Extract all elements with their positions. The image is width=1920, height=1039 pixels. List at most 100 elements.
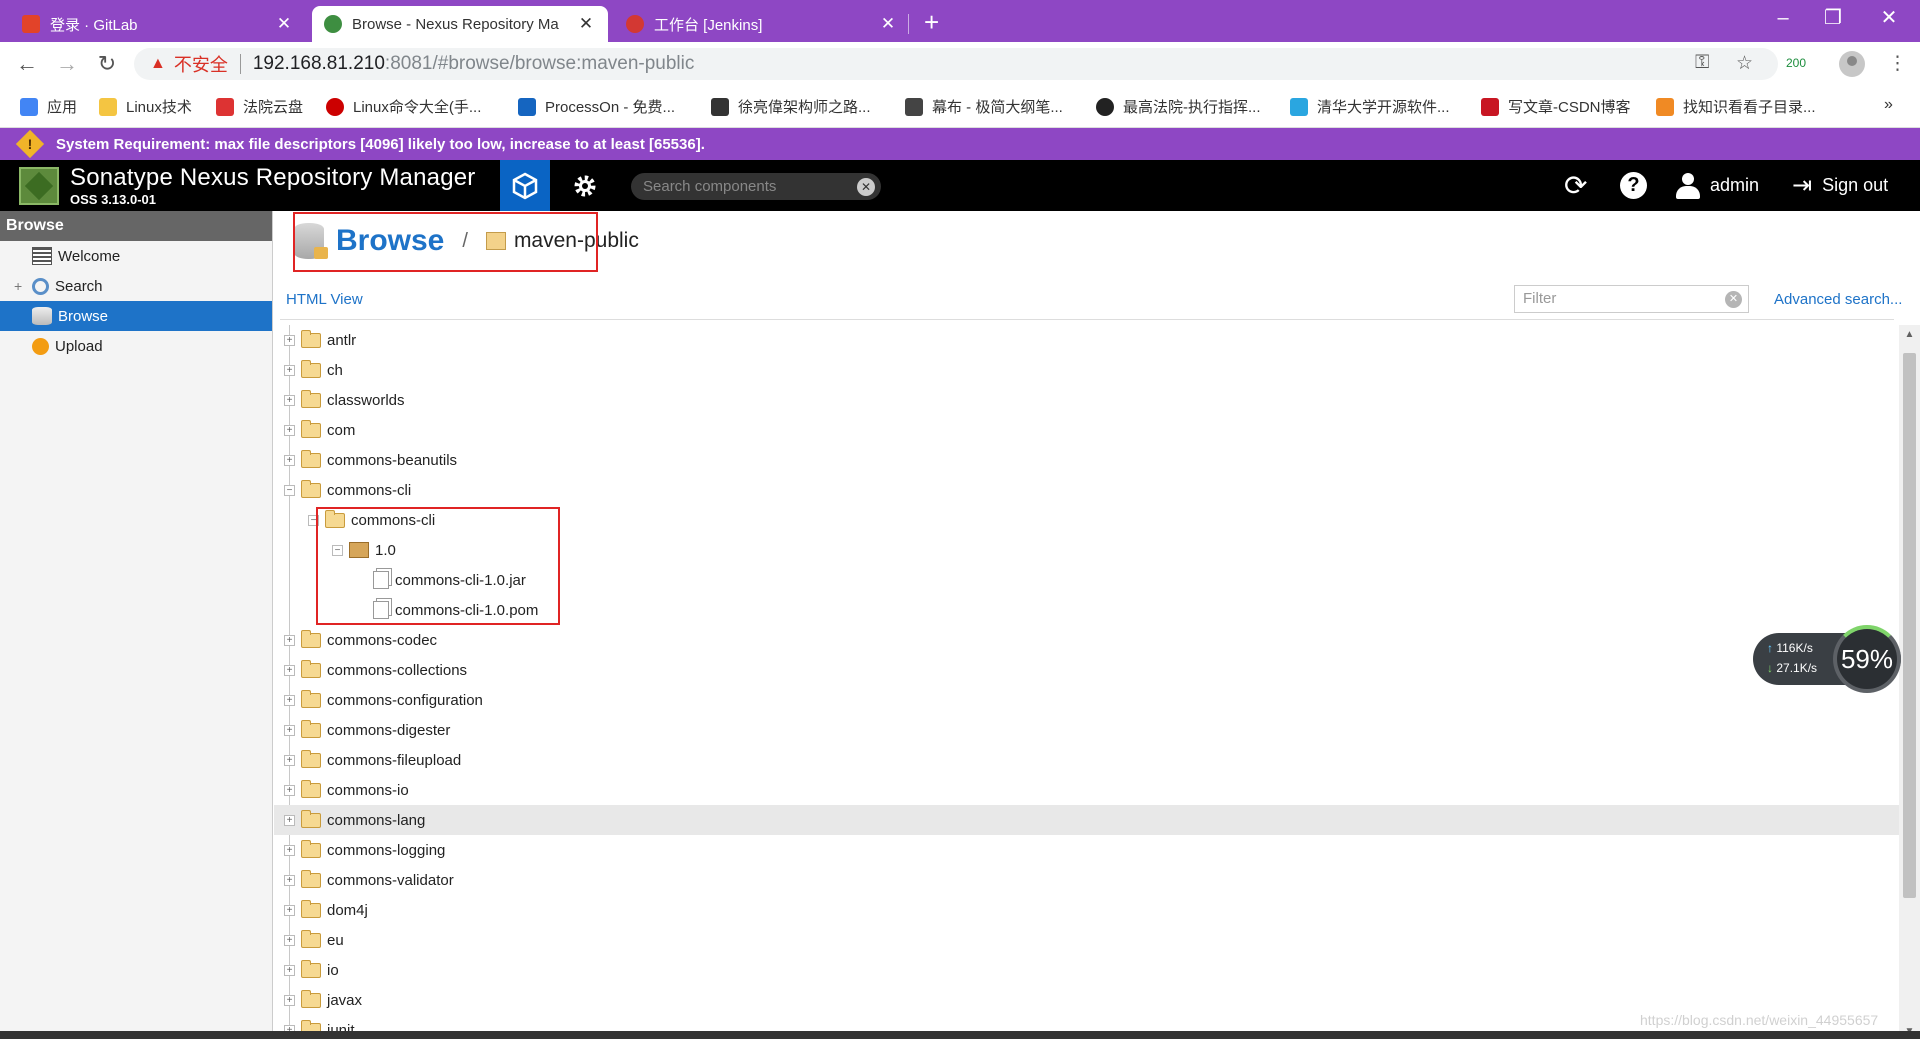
close-icon[interactable]: ✕ xyxy=(576,14,596,34)
bookmarks-overflow-button[interactable]: » xyxy=(1884,96,1893,114)
filter-input[interactable]: Filter ✕ xyxy=(1514,285,1749,313)
tree-node-folder[interactable]: + commons-digester xyxy=(274,715,1899,745)
address-bar[interactable]: ▲ 不安全 192.168.81.210 :8081/#browse/brows… xyxy=(134,48,1778,80)
expand-icon[interactable]: + xyxy=(284,994,295,1006)
tree-node-folder[interactable]: + commons-logging xyxy=(274,835,1899,865)
tree-node-folder[interactable]: + commons-io xyxy=(274,775,1899,805)
scroll-up-arrow-icon[interactable]: ▲ xyxy=(1899,329,1920,340)
expand-icon[interactable]: + xyxy=(284,694,295,706)
tree-node-folder[interactable]: + commons-fileupload xyxy=(274,745,1899,775)
expand-icon[interactable]: + xyxy=(284,724,295,736)
url-divider xyxy=(239,54,241,74)
expand-icon[interactable]: + xyxy=(284,964,295,976)
bookmark-tuna[interactable]: 清华大学开源软件... xyxy=(1290,96,1450,117)
sidebar-item-browse[interactable]: Browse xyxy=(0,301,272,331)
admin-mode-button[interactable] xyxy=(560,160,610,211)
bookmark-apps[interactable]: 应用 xyxy=(20,96,77,117)
insecure-label[interactable]: 不安全 xyxy=(174,51,228,77)
expand-icon[interactable]: + xyxy=(284,454,295,466)
bookmark-linux-tech[interactable]: Linux技术 xyxy=(99,96,192,117)
bookmark-label: 找知识看看子目录... xyxy=(1683,99,1816,116)
tree-node-folder[interactable]: + commons-validator xyxy=(274,865,1899,895)
tree-node-folder[interactable]: + classworlds xyxy=(274,385,1899,415)
folder-icon xyxy=(301,809,321,828)
sidebar-item-welcome[interactable]: Welcome xyxy=(0,241,272,271)
expand-icon[interactable]: + xyxy=(284,634,295,646)
new-tab-button[interactable]: + xyxy=(924,8,939,36)
avatar[interactable] xyxy=(1839,51,1865,77)
expand-icon[interactable]: + xyxy=(284,364,295,376)
expand-icon[interactable]: + xyxy=(284,934,295,946)
scrollbar-thumb[interactable] xyxy=(1903,353,1916,898)
refresh-button[interactable]: ⟳ xyxy=(1564,160,1587,211)
menu-icon[interactable]: ⋮ xyxy=(1888,52,1907,75)
tree-node-folder[interactable]: + commons-lang xyxy=(274,805,1899,835)
sidebar-item-upload[interactable]: Upload xyxy=(0,331,272,361)
tree-node-folder[interactable]: + commons-codec xyxy=(274,625,1899,655)
expand-icon[interactable]: + xyxy=(14,278,22,294)
minimize-button[interactable]: – xyxy=(1760,2,1806,34)
expand-icon[interactable]: + xyxy=(284,814,295,826)
tab-jenkins[interactable]: 工作台 [Jenkins] ✕ xyxy=(614,6,910,42)
star-icon[interactable]: ☆ xyxy=(1736,52,1753,75)
key-icon[interactable]: ⚿ xyxy=(1695,52,1709,74)
bookmark-court-cloud[interactable]: 法院云盘 xyxy=(216,96,303,117)
bookmark-processon[interactable]: ProcessOn - 免费... xyxy=(518,96,675,117)
tree-scrollbar[interactable]: ▲ ▼ xyxy=(1899,325,1920,1039)
folder-icon xyxy=(301,839,321,858)
forward-button[interactable]: → xyxy=(52,50,82,78)
help-button[interactable]: ? xyxy=(1620,160,1647,211)
status-badge[interactable]: 200 xyxy=(1786,56,1806,70)
bookmark-mubu[interactable]: 幕布 - 极简大纲笔... xyxy=(905,96,1063,117)
clear-search-icon[interactable]: ✕ xyxy=(857,178,875,196)
filter-placeholder: Filter xyxy=(1523,290,1557,307)
bookmark-supreme-court[interactable]: 最高法院-执行指挥... xyxy=(1096,96,1261,117)
bookmark-linux-commands[interactable]: Linux命令大全(手... xyxy=(326,96,481,117)
restore-button[interactable]: ❐ xyxy=(1810,2,1856,34)
tree-node-folder[interactable]: + commons-collections xyxy=(274,655,1899,685)
window-close-button[interactable]: ✕ xyxy=(1866,2,1912,34)
tab-nexus[interactable]: Browse - Nexus Repository Ma ✕ xyxy=(312,6,608,42)
tree-node-folder[interactable]: + ch xyxy=(274,355,1899,385)
browse-icon xyxy=(32,307,52,325)
clear-filter-icon[interactable]: ✕ xyxy=(1725,291,1742,308)
browse-mode-button[interactable] xyxy=(500,160,550,211)
expand-icon[interactable]: + xyxy=(284,334,295,346)
tree-node-folder[interactable]: + javax xyxy=(274,985,1899,1015)
close-icon[interactable]: ✕ xyxy=(274,14,294,34)
tree-node-folder[interactable]: + antlr xyxy=(274,325,1899,355)
tree-node-folder[interactable]: + io xyxy=(274,955,1899,985)
expand-icon[interactable]: + xyxy=(284,424,295,436)
expand-icon[interactable]: + xyxy=(284,754,295,766)
folder-icon xyxy=(301,719,321,738)
csdn-icon xyxy=(1481,97,1499,116)
tree-node-folder[interactable]: + eu xyxy=(274,925,1899,955)
search-components-input[interactable]: Search components ✕ xyxy=(631,173,881,200)
tree-node-folder[interactable]: + com xyxy=(274,415,1899,445)
expand-icon[interactable]: + xyxy=(284,664,295,676)
html-view-link[interactable]: HTML View xyxy=(286,291,363,308)
user-button[interactable]: admin xyxy=(1676,160,1759,211)
advanced-search-link[interactable]: Advanced search... xyxy=(1774,291,1902,308)
tab-gitlab[interactable]: 登录 · GitLab ✕ xyxy=(10,6,306,42)
tree-node-folder[interactable]: − commons-cli xyxy=(274,475,1899,505)
expand-icon[interactable]: + xyxy=(284,904,295,916)
bookmark-zhihu[interactable]: 找知识看看子目录... xyxy=(1656,96,1816,117)
back-button[interactable]: ← xyxy=(12,50,42,78)
bookmark-architect-blog[interactable]: 徐亮偉架构师之路... xyxy=(711,96,871,117)
expand-icon[interactable]: + xyxy=(284,874,295,886)
tree-node-folder[interactable]: + commons-configuration xyxy=(274,685,1899,715)
network-speed-widget[interactable]: ↑ 116K/s ↓ 27.1K/s 59% xyxy=(1753,625,1901,693)
expand-icon[interactable]: + xyxy=(284,394,295,406)
tree-node-folder[interactable]: + commons-beanutils xyxy=(274,445,1899,475)
collapse-icon[interactable]: − xyxy=(284,484,295,496)
expand-icon[interactable]: + xyxy=(284,844,295,856)
tree-node-label: io xyxy=(327,961,339,979)
reload-button[interactable]: ↻ xyxy=(92,50,122,78)
expand-icon[interactable]: + xyxy=(284,784,295,796)
tree-node-folder[interactable]: + dom4j xyxy=(274,895,1899,925)
close-icon[interactable]: ✕ xyxy=(878,14,898,34)
sign-out-button[interactable]: ⇥ Sign out xyxy=(1792,160,1888,211)
bookmark-csdn[interactable]: 写文章-CSDN博客 xyxy=(1481,96,1631,117)
sidebar-item-search[interactable]: + Search xyxy=(0,271,272,301)
